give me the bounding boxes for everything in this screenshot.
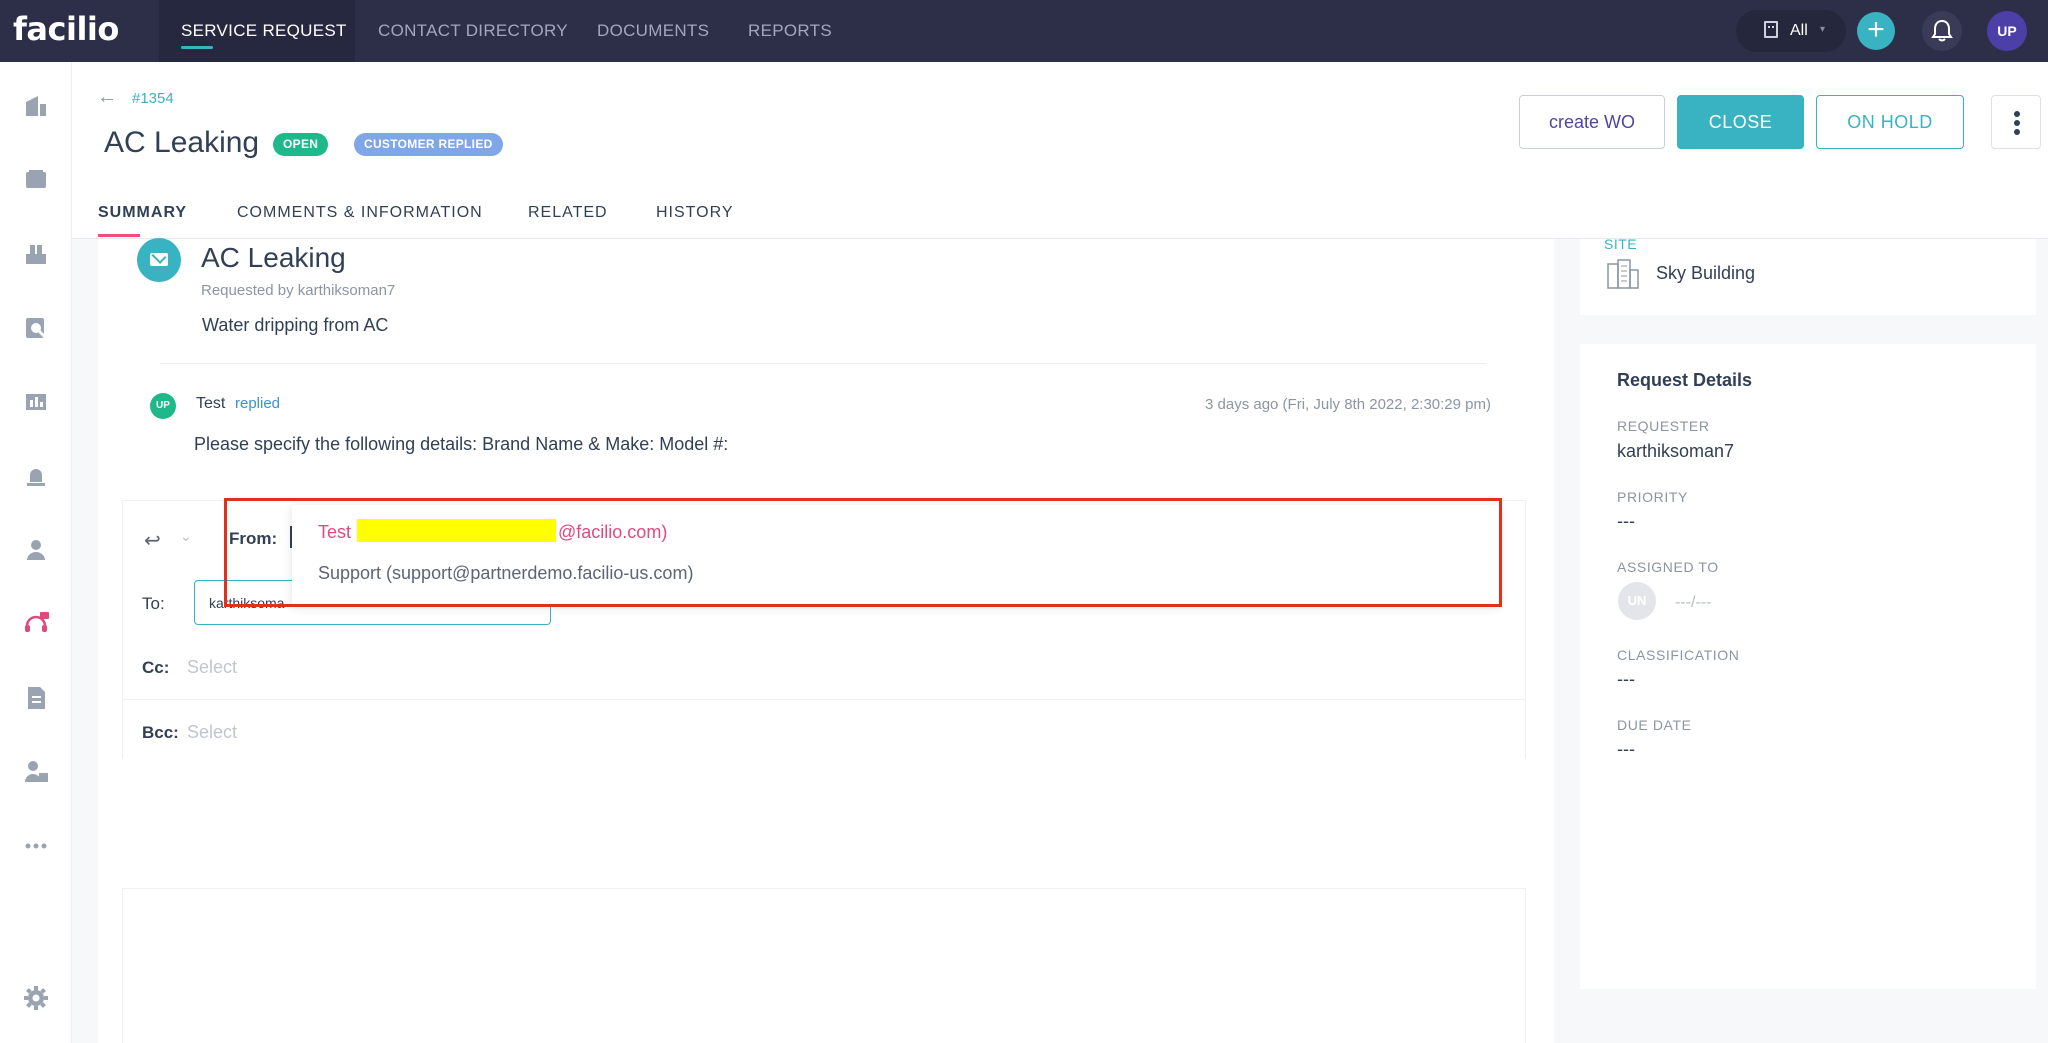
create-wo-button[interactable]: create WO: [1519, 95, 1665, 149]
inspection-icon[interactable]: [22, 314, 50, 342]
to-recipient: karthiksoma: [209, 595, 285, 611]
reply-body: Please specify the following details: Br…: [194, 434, 729, 454]
reply-avatar: UP: [150, 393, 176, 419]
site-name[interactable]: Sky Building: [1656, 263, 1755, 284]
people-icon[interactable]: [22, 536, 50, 564]
on-hold-button[interactable]: ON HOLD: [1816, 95, 1964, 149]
request-details-title: Request Details: [1617, 370, 1753, 390]
settings-gear-icon[interactable]: [22, 984, 50, 1012]
building-icon: [1607, 259, 1639, 289]
classification-label: CLASSIFICATION: [1617, 647, 1740, 663]
message-body-editor[interactable]: [122, 888, 1526, 1043]
add-button[interactable]: +: [1857, 12, 1895, 50]
dashboard-icon[interactable]: [22, 388, 50, 416]
classification-value[interactable]: ---: [1617, 669, 1635, 690]
reply-timestamp: 3 days ago (Fri, July 8th 2022, 2:30:29 …: [1205, 396, 1491, 413]
page-title: AC Leaking: [104, 126, 260, 159]
option-email-domain: @facilio.com): [558, 522, 668, 542]
status-badge-open: OPEN: [273, 133, 329, 156]
priority-label: PRIORITY: [1617, 489, 1688, 505]
mail-icon: [137, 238, 181, 282]
facilio-logo[interactable]: facilio: [13, 10, 119, 48]
assigned-to-value[interactable]: ---/---: [1675, 594, 1711, 612]
left-sidebar: [0, 62, 72, 1043]
cc-input[interactable]: Select: [187, 657, 237, 678]
plus-icon: +: [1867, 13, 1885, 46]
tab-comments-information[interactable]: COMMENTS & INFORMATION: [237, 204, 483, 222]
from-label: From:: [229, 529, 278, 548]
bcc-label: Bcc:: [142, 723, 179, 742]
nav-service-request[interactable]: SERVICE REQUEST: [159, 0, 355, 62]
request-subject: AC Leaking: [201, 242, 346, 273]
assignee-avatar: UN: [1618, 582, 1656, 620]
reply-icon[interactable]: ↩: [144, 528, 161, 553]
divider: [160, 363, 1486, 364]
more-options-icon[interactable]: [22, 832, 50, 860]
site-filter-value: All: [1790, 22, 1808, 39]
tab-bar: SUMMARY COMMENTS & INFORMATION RELATED H…: [72, 194, 2048, 239]
from-dropdown-menu: Test @facilio.com) Support (support@partn…: [292, 505, 1500, 605]
from-option-test[interactable]: Test @facilio.com): [318, 519, 667, 543]
record-id[interactable]: #1354: [132, 90, 174, 107]
priority-value[interactable]: ---: [1617, 511, 1635, 532]
nav-contact-directory[interactable]: CONTACT DIRECTORY: [378, 0, 568, 62]
active-nav-indicator: [181, 46, 213, 49]
due-date-value[interactable]: ---: [1617, 739, 1635, 760]
requester-label: REQUESTER: [1617, 418, 1710, 434]
chevron-down-icon[interactable]: ⌄: [180, 528, 192, 545]
nav-service-request-label: SERVICE REQUEST: [181, 21, 347, 40]
assigned-to-label: ASSIGNED TO: [1617, 559, 1719, 575]
service-request-icon[interactable]: [22, 610, 50, 638]
bell-icon: [1931, 19, 1953, 42]
cc-label: Cc:: [142, 658, 170, 677]
site-card: [1580, 239, 2036, 315]
site-filter-dropdown[interactable]: All ▾: [1736, 10, 1846, 52]
back-arrow-icon[interactable]: ←: [97, 86, 117, 109]
chevron-down-icon: ▾: [1820, 24, 1826, 35]
status-badge-customer-replied: CUSTOMER REPLIED: [354, 133, 503, 156]
tenant-icon[interactable]: [22, 758, 50, 786]
building-icon: [1764, 21, 1778, 38]
tab-summary[interactable]: SUMMARY: [98, 204, 187, 222]
due-date-label: DUE DATE: [1617, 717, 1692, 733]
inventory-icon[interactable]: [22, 240, 50, 268]
document-icon[interactable]: [22, 684, 50, 712]
top-navigation-bar: facilio SERVICE REQUEST CONTACT DIRECTOR…: [0, 0, 2048, 62]
redacted-email: [357, 519, 557, 542]
tab-history[interactable]: HISTORY: [656, 204, 734, 222]
user-avatar[interactable]: UP: [1987, 11, 2027, 51]
inbox-icon[interactable]: [22, 166, 50, 194]
tab-related[interactable]: RELATED: [528, 204, 608, 222]
to-label: To:: [142, 594, 165, 613]
close-button[interactable]: CLOSE: [1677, 95, 1804, 149]
portfolio-icon[interactable]: [22, 92, 50, 120]
reply-action[interactable]: replied: [235, 395, 280, 412]
nav-documents[interactable]: DOCUMENTS: [597, 0, 709, 62]
bcc-input[interactable]: Select: [187, 722, 237, 743]
reply-author: Test: [196, 395, 226, 412]
divider: [122, 699, 1526, 700]
notifications-button[interactable]: [1922, 11, 1962, 51]
requested-by: Requested by karthiksoman7: [201, 282, 396, 299]
option-name: Test: [318, 522, 352, 542]
from-option-support[interactable]: Support (support@partnerdemo.facilio-us.…: [318, 563, 693, 584]
alarm-icon[interactable]: [22, 462, 50, 490]
request-description: Water dripping from AC: [202, 315, 389, 335]
active-tab-indicator: [98, 234, 140, 237]
site-label: SITE: [1604, 236, 1638, 252]
nav-reports[interactable]: REPORTS: [748, 0, 832, 62]
requester-value: karthiksoman7: [1617, 441, 1735, 461]
more-actions-button[interactable]: [1991, 95, 2041, 149]
